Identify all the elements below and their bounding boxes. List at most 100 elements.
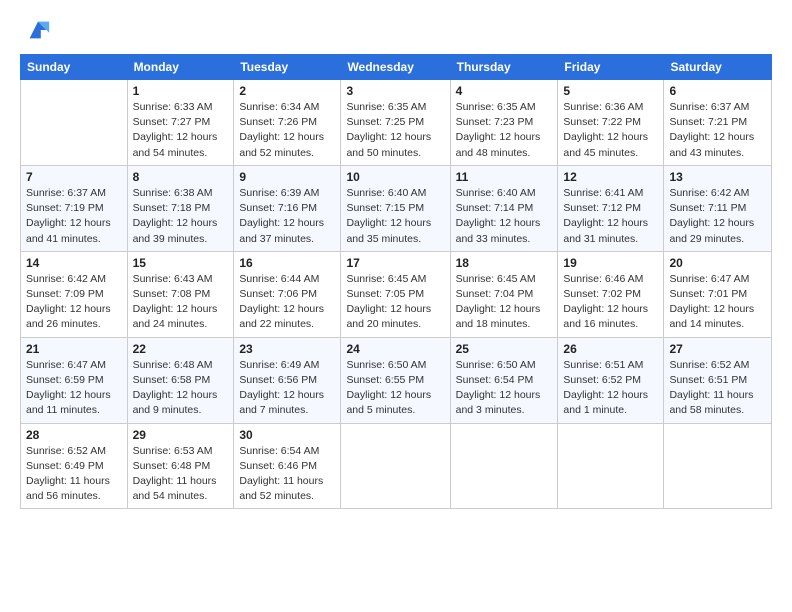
- day-info: Sunrise: 6:38 AMSunset: 7:18 PMDaylight:…: [133, 186, 229, 247]
- day-info: Sunrise: 6:35 AMSunset: 7:25 PMDaylight:…: [346, 100, 444, 161]
- calendar-cell: 17 Sunrise: 6:45 AMSunset: 7:05 PMDayligh…: [341, 251, 450, 337]
- week-row-4: 21 Sunrise: 6:47 AMSunset: 6:59 PMDayligh…: [21, 337, 772, 423]
- calendar-cell: 22Sunrise: 6:48 AMSunset: 6:58 PMDayligh…: [127, 337, 234, 423]
- week-row-3: 14 Sunrise: 6:42 AMSunset: 7:09 PMDayligh…: [21, 251, 772, 337]
- calendar-cell: 12 Sunrise: 6:41 AMSunset: 7:12 PMDayligh…: [558, 165, 664, 251]
- day-info: Sunrise: 6:45 AMSunset: 7:04 PMDaylight:…: [456, 272, 553, 333]
- day-number: 14: [26, 256, 122, 270]
- calendar-header: SundayMondayTuesdayWednesdayThursdayFrid…: [21, 55, 772, 80]
- day-number: 2: [239, 84, 335, 98]
- day-info: Sunrise: 6:45 AMSunset: 7:05 PMDaylight:…: [346, 272, 444, 333]
- calendar-cell: 2 Sunrise: 6:34 AMSunset: 7:26 PMDaylight…: [234, 80, 341, 166]
- page: SundayMondayTuesdayWednesdayThursdayFrid…: [0, 0, 792, 612]
- day-number: 5: [563, 84, 658, 98]
- day-number: 11: [456, 170, 553, 184]
- week-row-1: 1Sunrise: 6:33 AMSunset: 7:27 PMDaylight…: [21, 80, 772, 166]
- calendar-table: SundayMondayTuesdayWednesdayThursdayFrid…: [20, 54, 772, 509]
- day-info: Sunrise: 6:37 AMSunset: 7:19 PMDaylight:…: [26, 186, 122, 247]
- calendar-cell: [558, 423, 664, 509]
- day-info: Sunrise: 6:37 AMSunset: 7:21 PMDaylight:…: [669, 100, 766, 161]
- day-info: Sunrise: 6:40 AMSunset: 7:15 PMDaylight:…: [346, 186, 444, 247]
- day-info: Sunrise: 6:43 AMSunset: 7:08 PMDaylight:…: [133, 272, 229, 333]
- day-info: Sunrise: 6:46 AMSunset: 7:02 PMDaylight:…: [563, 272, 658, 333]
- day-number: 15: [133, 256, 229, 270]
- calendar-cell: [664, 423, 772, 509]
- calendar-cell: 20 Sunrise: 6:47 AMSunset: 7:01 PMDayligh…: [664, 251, 772, 337]
- day-info: Sunrise: 6:52 AMSunset: 6:51 PMDaylight:…: [669, 358, 766, 419]
- calendar-cell: 27 Sunrise: 6:52 AMSunset: 6:51 PMDayligh…: [664, 337, 772, 423]
- day-info: Sunrise: 6:51 AMSunset: 6:52 PMDaylight:…: [563, 358, 658, 419]
- day-of-week-saturday: Saturday: [664, 55, 772, 80]
- day-number: 12: [563, 170, 658, 184]
- day-info: Sunrise: 6:52 AMSunset: 6:49 PMDaylight:…: [26, 444, 122, 505]
- day-number: 8: [133, 170, 229, 184]
- day-info: Sunrise: 6:40 AMSunset: 7:14 PMDaylight:…: [456, 186, 553, 247]
- calendar-cell: 19 Sunrise: 6:46 AMSunset: 7:02 PMDayligh…: [558, 251, 664, 337]
- calendar-cell: 4 Sunrise: 6:35 AMSunset: 7:23 PMDaylight…: [450, 80, 558, 166]
- day-number: 26: [563, 342, 658, 356]
- calendar-cell: 5 Sunrise: 6:36 AMSunset: 7:22 PMDaylight…: [558, 80, 664, 166]
- day-of-week-wednesday: Wednesday: [341, 55, 450, 80]
- calendar-cell: 9 Sunrise: 6:39 AMSunset: 7:16 PMDaylight…: [234, 165, 341, 251]
- day-number: 23: [239, 342, 335, 356]
- calendar-cell: 1Sunrise: 6:33 AMSunset: 7:27 PMDaylight…: [127, 80, 234, 166]
- day-info: Sunrise: 6:50 AMSunset: 6:54 PMDaylight:…: [456, 358, 553, 419]
- day-info: Sunrise: 6:41 AMSunset: 7:12 PMDaylight:…: [563, 186, 658, 247]
- day-number: 13: [669, 170, 766, 184]
- calendar-cell: 18Sunrise: 6:45 AMSunset: 7:04 PMDayligh…: [450, 251, 558, 337]
- day-info: Sunrise: 6:47 AMSunset: 7:01 PMDaylight:…: [669, 272, 766, 333]
- calendar-cell: [450, 423, 558, 509]
- day-number: 25: [456, 342, 553, 356]
- day-number: 19: [563, 256, 658, 270]
- day-info: Sunrise: 6:47 AMSunset: 6:59 PMDaylight:…: [26, 358, 122, 419]
- logo-icon: [24, 16, 52, 44]
- calendar-cell: 7 Sunrise: 6:37 AMSunset: 7:19 PMDaylight…: [21, 165, 128, 251]
- day-info: Sunrise: 6:54 AMSunset: 6:46 PMDaylight:…: [239, 444, 335, 505]
- calendar-cell: 29Sunrise: 6:53 AMSunset: 6:48 PMDayligh…: [127, 423, 234, 509]
- day-info: Sunrise: 6:48 AMSunset: 6:58 PMDaylight:…: [133, 358, 229, 419]
- calendar-cell: 15 Sunrise: 6:43 AMSunset: 7:08 PMDayligh…: [127, 251, 234, 337]
- day-info: Sunrise: 6:50 AMSunset: 6:55 PMDaylight:…: [346, 358, 444, 419]
- day-number: 6: [669, 84, 766, 98]
- day-info: Sunrise: 6:35 AMSunset: 7:23 PMDaylight:…: [456, 100, 553, 161]
- calendar-cell: 30 Sunrise: 6:54 AMSunset: 6:46 PMDayligh…: [234, 423, 341, 509]
- days-of-week-row: SundayMondayTuesdayWednesdayThursdayFrid…: [21, 55, 772, 80]
- day-number: 28: [26, 428, 122, 442]
- day-info: Sunrise: 6:42 AMSunset: 7:11 PMDaylight:…: [669, 186, 766, 247]
- calendar-cell: [21, 80, 128, 166]
- day-number: 4: [456, 84, 553, 98]
- day-number: 17: [346, 256, 444, 270]
- day-info: Sunrise: 6:49 AMSunset: 6:56 PMDaylight:…: [239, 358, 335, 419]
- day-number: 9: [239, 170, 335, 184]
- day-number: 7: [26, 170, 122, 184]
- week-row-2: 7 Sunrise: 6:37 AMSunset: 7:19 PMDaylight…: [21, 165, 772, 251]
- calendar-cell: 23 Sunrise: 6:49 AMSunset: 6:56 PMDayligh…: [234, 337, 341, 423]
- calendar-cell: 16Sunrise: 6:44 AMSunset: 7:06 PMDayligh…: [234, 251, 341, 337]
- calendar-cell: [341, 423, 450, 509]
- day-of-week-tuesday: Tuesday: [234, 55, 341, 80]
- calendar-cell: 24 Sunrise: 6:50 AMSunset: 6:55 PMDayligh…: [341, 337, 450, 423]
- day-number: 16: [239, 256, 335, 270]
- calendar-cell: 14 Sunrise: 6:42 AMSunset: 7:09 PMDayligh…: [21, 251, 128, 337]
- day-info: Sunrise: 6:36 AMSunset: 7:22 PMDaylight:…: [563, 100, 658, 161]
- day-number: 20: [669, 256, 766, 270]
- calendar-cell: 21 Sunrise: 6:47 AMSunset: 6:59 PMDayligh…: [21, 337, 128, 423]
- day-number: 21: [26, 342, 122, 356]
- day-info: Sunrise: 6:34 AMSunset: 7:26 PMDaylight:…: [239, 100, 335, 161]
- day-number: 24: [346, 342, 444, 356]
- calendar-cell: 11 Sunrise: 6:40 AMSunset: 7:14 PMDayligh…: [450, 165, 558, 251]
- calendar-cell: 3 Sunrise: 6:35 AMSunset: 7:25 PMDaylight…: [341, 80, 450, 166]
- calendar-cell: 13 Sunrise: 6:42 AMSunset: 7:11 PMDayligh…: [664, 165, 772, 251]
- day-number: 3: [346, 84, 444, 98]
- day-number: 27: [669, 342, 766, 356]
- calendar-cell: 28 Sunrise: 6:52 AMSunset: 6:49 PMDayligh…: [21, 423, 128, 509]
- day-number: 30: [239, 428, 335, 442]
- day-info: Sunrise: 6:42 AMSunset: 7:09 PMDaylight:…: [26, 272, 122, 333]
- calendar-cell: 25 Sunrise: 6:50 AMSunset: 6:54 PMDayligh…: [450, 337, 558, 423]
- day-info: Sunrise: 6:53 AMSunset: 6:48 PMDaylight:…: [133, 444, 229, 505]
- day-info: Sunrise: 6:33 AMSunset: 7:27 PMDaylight:…: [133, 100, 229, 161]
- day-of-week-friday: Friday: [558, 55, 664, 80]
- day-of-week-thursday: Thursday: [450, 55, 558, 80]
- logo: [20, 18, 52, 44]
- day-info: Sunrise: 6:39 AMSunset: 7:16 PMDaylight:…: [239, 186, 335, 247]
